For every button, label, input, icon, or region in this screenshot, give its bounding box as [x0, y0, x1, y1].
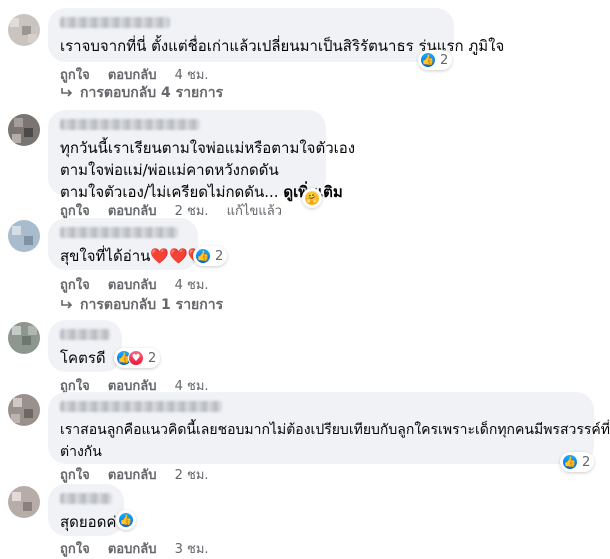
reaction-count: 2 [215, 248, 224, 264]
comment-text: ตามใจพ่อแม่/พ่อแม่คาดหวังกดดัน [60, 161, 279, 179]
comment-bubble: โคตรดี [48, 320, 122, 372]
timestamp[interactable]: 4 ชม. [175, 68, 209, 83]
reaction-count: 2 [440, 52, 449, 68]
reaction-summary[interactable]: 👍 2 [193, 246, 228, 266]
reply-link[interactable]: ตอบกลับ [108, 468, 157, 483]
comment-text: เราสอนลูกคือแนวคิดนี้เลยชอบมากไม่ต้องเปร… [60, 422, 610, 438]
reaction-summary[interactable]: 👍 [116, 510, 136, 530]
comment-text: ต่างกัน [60, 444, 102, 460]
reply-arrow-icon [61, 300, 73, 309]
comment-text: เราจบจากที่นี่ ตั้งแต่ชื่อเก่าแล้วเปลี่ย… [60, 37, 505, 55]
view-replies-link[interactable]: การตอบกลับ 1 รายการ [60, 294, 223, 316]
comment-bubble: สุขใจที่ได้อ่าน❤️❤️❤️ [48, 218, 207, 270]
like-link[interactable]: ถูกใจ [60, 278, 90, 293]
reaction-summary[interactable]: 👍 2 [418, 50, 453, 70]
commenter-name[interactable] [60, 119, 200, 130]
reaction-summary[interactable]: 👍 2 [560, 452, 595, 472]
thumbs-up-icon: 👍 [562, 454, 578, 470]
commenter-name[interactable] [60, 227, 178, 238]
thumbs-up-icon: 👍 [420, 52, 436, 68]
timestamp[interactable]: 4 ชม. [175, 278, 209, 293]
comment-bubble: ทุกวันนี้เราเรียนตามใจพ่อแม่หรือตามใจตัว… [48, 110, 356, 201]
like-link[interactable]: ถูกใจ [60, 204, 90, 219]
commenter-name[interactable] [60, 401, 222, 412]
reply-link[interactable]: ตอบกลับ [108, 204, 157, 219]
avatar[interactable] [8, 14, 40, 46]
reaction-count: 2 [148, 350, 157, 366]
comment-text: ทุกวันนี้เราเรียนตามใจพ่อแม่หรือตามใจตัว… [60, 139, 356, 157]
comment-text: สุขใจที่ได้อ่าน❤️❤️❤️ [60, 247, 207, 265]
comment-actions: ถูกใจ ตอบกลับ 4 ชม. [60, 274, 223, 295]
avatar[interactable] [8, 322, 40, 354]
replies-count-label: การตอบกลับ 4 รายการ [80, 85, 224, 101]
comment-actions: ถูกใจ ตอบกลับ 3 ชม. [60, 538, 223, 559]
comment-bubble: สุดยอดค่ะ [48, 484, 125, 536]
thumbs-up-icon: 👍 [195, 248, 211, 264]
commenter-name[interactable] [60, 493, 112, 504]
avatar[interactable] [8, 486, 40, 518]
reply-link[interactable]: ตอบกลับ [108, 68, 157, 83]
avatar[interactable] [8, 394, 40, 426]
reply-link[interactable]: ตอบกลับ [108, 278, 157, 293]
reply-arrow-icon [61, 88, 73, 97]
comment-text: โคตรดี [60, 349, 106, 367]
reaction-count: 2 [582, 454, 591, 470]
reaction-summary[interactable]: 🤗 [302, 188, 322, 208]
heart-icon: ♥ [128, 350, 144, 366]
commenter-name[interactable] [60, 17, 170, 28]
comment-text: สุดยอดค่ะ [60, 513, 125, 531]
replies-count-label: การตอบกลับ 1 รายการ [80, 297, 224, 313]
edited-label: แก้ไขแล้ว [226, 204, 282, 219]
avatar[interactable] [8, 114, 40, 146]
comment-actions: ถูกใจ ตอบกลับ 2 ชม. [60, 464, 223, 485]
reply-link[interactable]: ตอบกลับ [108, 542, 157, 557]
thumbs-up-icon: 👍 [118, 512, 134, 528]
comment-bubble: เราสอนลูกคือแนวคิดนี้เลยชอบมากไม่ต้องเปร… [48, 392, 610, 464]
reaction-summary[interactable]: 👍 ♥ 2 [114, 348, 161, 368]
avatar[interactable] [8, 220, 40, 252]
like-link[interactable]: ถูกใจ [60, 468, 90, 483]
like-link[interactable]: ถูกใจ [60, 68, 90, 83]
comment-bubble: เราจบจากที่นี่ ตั้งแต่ชื่อเก่าแล้วเปลี่ย… [48, 8, 505, 62]
timestamp[interactable]: 2 ชม. [175, 204, 209, 219]
timestamp[interactable]: 2 ชม. [175, 468, 209, 483]
timestamp[interactable]: 3 ชม. [175, 542, 209, 557]
commenter-name[interactable] [60, 329, 110, 340]
view-replies-link[interactable]: การตอบกลับ 4 รายการ [60, 82, 223, 104]
like-link[interactable]: ถูกใจ [60, 542, 90, 557]
care-hug-icon: 🤗 [304, 190, 320, 206]
